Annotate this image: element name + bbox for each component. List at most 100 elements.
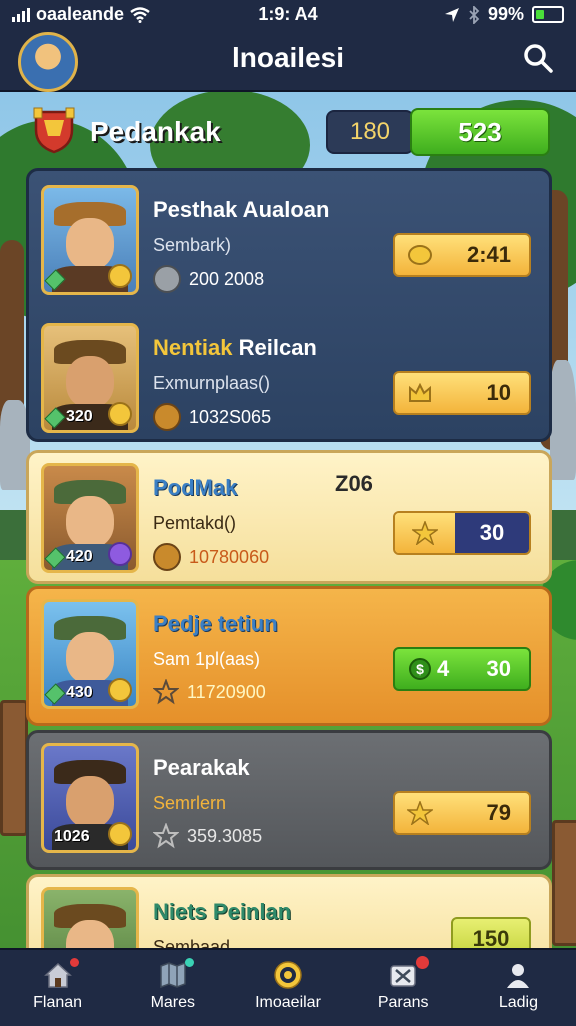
battery-percent: 99% (487, 4, 524, 24)
star-icon (395, 513, 455, 553)
reward-value: 30 (486, 656, 511, 681)
rank-tag: Z06 (335, 471, 373, 496)
player-score: 200 2008 (153, 265, 264, 293)
home-icon (43, 962, 72, 988)
player-name: Nentiak Reilcan (153, 335, 317, 361)
face (66, 776, 114, 828)
player-score-value: 1032S065 (189, 406, 272, 427)
battle-icon (390, 965, 416, 987)
medal-icon (108, 678, 132, 702)
nav-label: Imoaeilar (255, 994, 321, 1011)
page-title: lnoailesi (231, 42, 345, 73)
medal-icon (108, 264, 132, 288)
reward-value: 10 (486, 380, 511, 405)
reward-value: 2:41 (466, 242, 511, 267)
reward-button[interactable]: 2:41 (393, 233, 531, 277)
search-icon[interactable] (522, 42, 554, 74)
player-portrait: 420 (41, 463, 139, 573)
player-portrait: 1026 (41, 743, 139, 853)
nav-label: Parans (377, 994, 429, 1011)
level-badge: 320 (66, 408, 93, 425)
section-title: Pedankak (90, 116, 221, 147)
player-name: Pearakak (153, 755, 250, 780)
star-outline-icon (153, 679, 179, 705)
bottom-nav: Flanan Mares Imoaeilar Parans Ladig (0, 948, 576, 1026)
nav-label: Ladig (498, 994, 538, 1011)
player-subtitle: Exmurnplaas() (153, 373, 271, 393)
stat-button[interactable]: 523 (410, 108, 550, 156)
player-score-value: 11720900 (187, 681, 266, 702)
player-portrait: 320 (41, 323, 139, 433)
reward-value: 30 (455, 513, 529, 553)
player-score: 11720900 (153, 679, 266, 705)
dollar-coin-icon: $ (405, 654, 435, 684)
bluetooth-icon (469, 5, 480, 24)
list-item[interactable]: 430 Pedje tetiun Sam 1pl(aas) 11720900 $… (26, 586, 552, 726)
reward-button[interactable]: $ 4 30 (393, 647, 531, 691)
reward-button[interactable]: 79 (393, 791, 531, 835)
face (66, 632, 114, 684)
player-subtitle: Sam 1pl(aas) (153, 649, 261, 669)
crown-icon (405, 378, 435, 408)
notification-dot (415, 956, 429, 969)
notification-dot (70, 958, 79, 967)
map-icon (160, 961, 186, 989)
player-score-value: 10780060 (189, 546, 270, 567)
medal-icon (108, 402, 132, 426)
rock (550, 360, 576, 480)
player-name: Pesthak Aualoan (153, 197, 330, 222)
nav-label: Mares (150, 994, 196, 1011)
nav-item-target[interactable]: Imoaeilar (230, 950, 345, 1026)
nav-item-battle[interactable]: Parans (346, 950, 461, 1026)
player-score-value: 200 2008 (189, 268, 265, 289)
skull-icon (153, 543, 181, 571)
list-item[interactable]: Pesthak Aualoan Sembark) 200 2008 2:41 3… (26, 168, 552, 442)
player-entry[interactable]: 320 Nentiak Reilcan Exmurnplaas() 1032S0… (29, 313, 549, 439)
skull-icon (153, 265, 181, 293)
leaderboard-header: Pedankak 180 523 (0, 100, 576, 162)
star-outline-icon (153, 823, 179, 849)
player-name: Pedje tetiun (153, 611, 278, 636)
nav-item-map[interactable]: Mares (115, 950, 230, 1026)
face (66, 356, 114, 408)
player-subtitle: Pemtakd() (153, 513, 237, 533)
notification-dot (185, 958, 195, 967)
status-right: 99% (444, 4, 564, 25)
list-item[interactable]: 1026 Pearakak Semrlern 359.3085 79 (26, 730, 552, 870)
reward-left-value: 4 (437, 656, 450, 681)
nav-item-profile[interactable]: Ladig (461, 950, 576, 1026)
skull-icon (153, 403, 181, 431)
player-subtitle: Sembark) (153, 235, 232, 255)
player-entry[interactable]: Pesthak Aualoan Sembark) 200 2008 2:41 (29, 175, 549, 301)
status-bar: oaaleande 1:9: A4 99% (0, 0, 576, 30)
player-name-highlight: Nentiak (153, 335, 233, 360)
face (66, 496, 114, 548)
wooden-plank (0, 700, 28, 836)
level-badge: 430 (66, 684, 93, 701)
shield-emblem-icon (33, 107, 75, 154)
wooden-plank (552, 820, 576, 946)
svg-text:$: $ (416, 661, 424, 677)
face (66, 218, 114, 270)
list-item[interactable]: 420 PodMak Z06 Pemtakd() 10780060 30 (26, 450, 552, 584)
reward-button[interactable]: 30 (393, 511, 531, 555)
stat-counter: 180 (326, 110, 414, 154)
nav-item-home[interactable]: Flanan (0, 950, 115, 1026)
medal-icon (108, 822, 132, 846)
target-icon (274, 961, 302, 989)
player-name: Niets Peinlan (153, 899, 292, 924)
player-portrait: 430 (41, 599, 139, 709)
reward-button[interactable]: 10 (393, 371, 531, 415)
player-portrait (41, 185, 139, 295)
player-subtitle: Semrlern (153, 793, 227, 813)
app-header: lnoailesi (0, 30, 576, 92)
player-score: 359.3085 (153, 823, 262, 849)
star-icon (405, 798, 435, 828)
profile-icon (507, 964, 530, 988)
battery-icon (532, 6, 564, 23)
medal-icon (108, 542, 132, 566)
player-name-rest: Reilcan (238, 335, 317, 360)
player-score: 1032S065 (153, 403, 271, 431)
player-score: 10780060 (153, 543, 269, 571)
level-badge: 420 (66, 548, 93, 565)
